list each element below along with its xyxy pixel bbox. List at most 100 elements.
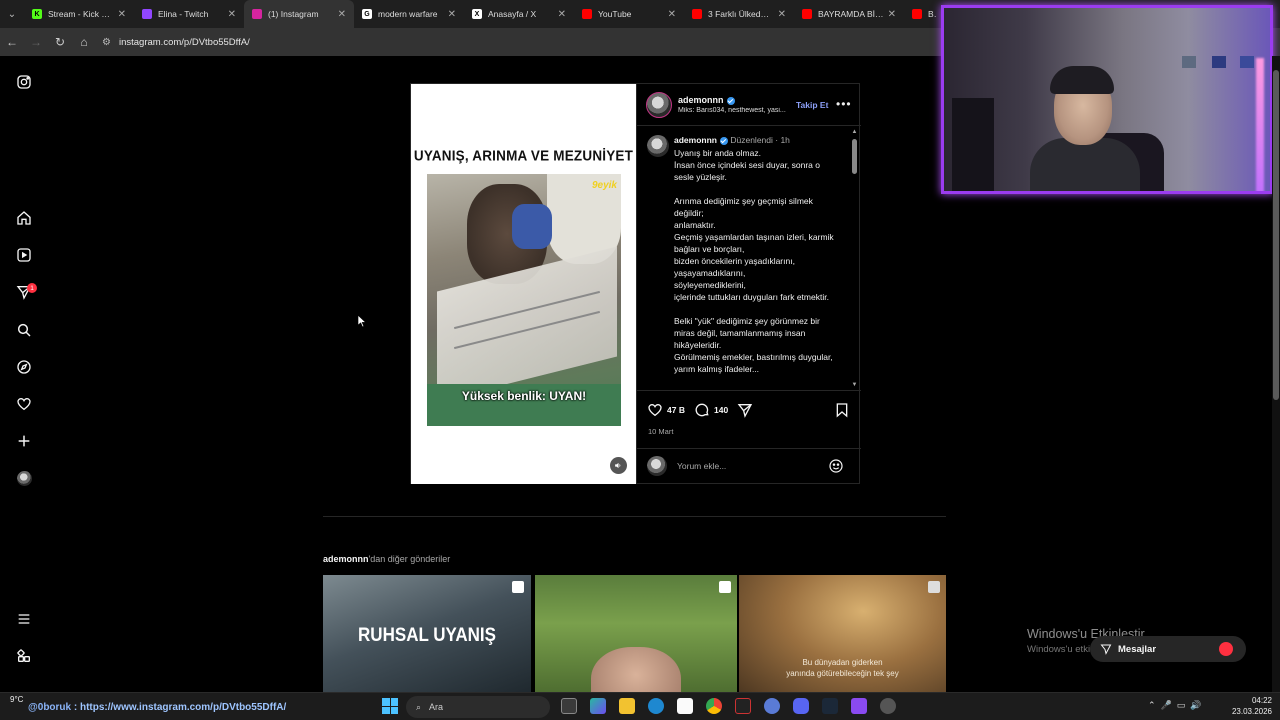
mute-toggle-icon[interactable] (610, 457, 627, 474)
messages-avatar-badge (1219, 642, 1233, 656)
post-media[interactable]: UYANIŞ, ARINMA VE MEZUNİYET 9eyik Yüksek… (411, 84, 636, 484)
music-info[interactable]: Miks: Barıs034, nesthewest, yasi... (678, 107, 798, 114)
messages-floating-button[interactable]: Mesajlar (1090, 636, 1246, 662)
task-view-icon[interactable] (561, 698, 577, 714)
browser-tab[interactable]: Gmodern warfare ✕ (354, 0, 464, 28)
taskbar-search[interactable]: ⌕ Ara (406, 696, 550, 718)
edge-icon[interactable] (648, 698, 664, 714)
browser-tab[interactable]: X Anasayfa / X ✕ (464, 0, 574, 28)
profile-avatar[interactable] (14, 468, 34, 488)
tab-title: BAYRAMDA BİTTİ (818, 9, 884, 19)
notifications-heart-icon[interactable] (14, 394, 34, 414)
tab-close-icon[interactable]: ✕ (888, 9, 896, 20)
share-button[interactable] (737, 402, 757, 418)
clock[interactable]: 04:22 23.03.2026 (1222, 695, 1272, 717)
scroll-down-icon[interactable]: ▼ (851, 382, 858, 388)
verified-badge-icon (726, 96, 735, 105)
tab-close-icon[interactable]: ✕ (118, 9, 126, 20)
emoji-icon[interactable] (828, 458, 844, 474)
store-icon[interactable] (677, 698, 693, 714)
scroll-up-icon[interactable]: ▲ (851, 129, 858, 135)
comment-composer: Yorum ekle... (637, 448, 861, 484)
more-posts-title-rest: 'dan diğer gönderiler (368, 554, 451, 564)
author-avatar[interactable] (646, 92, 672, 118)
section-divider (323, 516, 946, 517)
home-button[interactable]: ⌂ (72, 28, 96, 56)
tab-search-button[interactable]: ⌄ (0, 0, 24, 28)
more-post-thumb-1[interactable]: RUHSAL UYANIŞ (323, 575, 531, 696)
scroll-thumb[interactable] (852, 139, 857, 174)
copilot-icon[interactable] (590, 698, 606, 714)
tab-close-icon[interactable]: ✕ (668, 9, 676, 20)
comment-input[interactable]: Yorum ekle... (677, 461, 726, 471)
browser-tab[interactable]: BAYRAMDA BİTTİ ✕ (794, 0, 904, 28)
home-icon[interactable] (14, 208, 34, 228)
tab-title: 3 Farklı Ülkeden K (708, 9, 774, 19)
comment-button[interactable]: 140 (694, 402, 728, 418)
like-button[interactable]: 47 B (647, 402, 685, 418)
browser-tab[interactable]: 3 Farklı Ülkeden K ✕ (684, 0, 794, 28)
forward-button[interactable]: → (24, 28, 48, 56)
video-frame[interactable]: 9eyik Yüksek benlik: UYAN! (427, 174, 621, 426)
post-actions: 47 B 140 10 Mart (637, 390, 861, 440)
page-scrollbar[interactable] (1272, 56, 1280, 696)
url-field[interactable]: instagram.com/p/DVtbo55DffA/ (119, 37, 250, 48)
webcam-overlay (941, 5, 1273, 194)
caption-avatar[interactable] (647, 135, 669, 157)
also-from-meta-icon[interactable] (14, 646, 34, 666)
more-posts-user[interactable]: ademonnn (323, 554, 369, 564)
caption-section: ademonnn Düzenlendi · 1h Uyanış bir anda… (637, 127, 861, 389)
system-tray[interactable]: ⌃ 🎤 ▭ 🔊 (1148, 700, 1201, 711)
page-scroll-thumb[interactable] (1273, 70, 1279, 400)
caption-username[interactable]: ademonnn (674, 135, 717, 145)
author-username[interactable]: ademonnn (678, 95, 735, 105)
app-icon-2[interactable] (764, 698, 780, 714)
more-options-icon[interactable]: ••• (836, 97, 852, 111)
site-info-icon[interactable]: ⚙ (102, 37, 111, 48)
steam-icon[interactable] (822, 698, 838, 714)
tab-close-icon[interactable]: ✕ (778, 9, 786, 20)
clock-time: 04:22 (1251, 696, 1272, 705)
tab-close-icon[interactable]: ✕ (338, 9, 346, 20)
save-button[interactable] (834, 402, 854, 418)
tab-close-icon[interactable]: ✕ (558, 9, 566, 20)
video-subtitle: Yüksek benlik: UYAN! (461, 389, 587, 403)
reel-icon (512, 581, 524, 593)
instagram-logo-icon[interactable] (14, 72, 34, 92)
app-icon[interactable] (735, 698, 751, 714)
browser-tab[interactable]: K Stream - Kick Dash ✕ (24, 0, 134, 28)
browser-tab[interactable]: YouTube ✕ (574, 0, 684, 28)
browser-tab[interactable]: Elina - Twitch ✕ (134, 0, 244, 28)
browser-tab[interactable]: BAY (904, 0, 944, 28)
search-icon[interactable] (14, 320, 34, 340)
tab-close-icon[interactable]: ✕ (228, 9, 236, 20)
more-post-thumb-3[interactable]: Bu dünyadan giderken yanında götürebilec… (739, 575, 946, 696)
post-modal: UYANIŞ, ARINMA VE MEZUNİYET 9eyik Yüksek… (410, 83, 861, 484)
discord-icon[interactable] (793, 698, 809, 714)
weather-widget[interactable]: 9°C (10, 695, 23, 704)
comment-count: 140 (714, 405, 729, 415)
tab-title: BAY (928, 9, 936, 19)
tab-favicon-icon (912, 9, 922, 19)
menu-hamburger-icon[interactable] (14, 609, 34, 629)
reload-button[interactable]: ↻ (48, 28, 72, 56)
chrome-icon[interactable] (706, 698, 722, 714)
tab-close-icon[interactable]: ✕ (448, 9, 456, 20)
back-button[interactable]: ← (0, 28, 24, 56)
messages-badge: 1 (27, 283, 37, 293)
browser-tab[interactable]: (1) Instagram ✕ (244, 0, 354, 28)
app-icon-3[interactable] (851, 698, 867, 714)
create-plus-icon[interactable] (14, 431, 34, 451)
caption-scrollbar[interactable]: ▲ ▼ (850, 129, 859, 391)
mouse-cursor-icon (358, 315, 367, 328)
reels-icon[interactable] (14, 245, 34, 265)
explore-icon[interactable] (14, 357, 34, 377)
comment-icon (695, 403, 709, 417)
obs-icon[interactable] (880, 698, 896, 714)
file-explorer-icon[interactable] (619, 698, 635, 714)
more-post-thumb-2[interactable] (535, 575, 737, 696)
tab-favicon-icon (802, 9, 812, 19)
start-button[interactable] (382, 698, 398, 714)
post-side-panel: ademonnn Miks: Barıs034, nesthewest, yas… (636, 84, 861, 484)
follow-button[interactable]: Takip Et (796, 100, 828, 110)
